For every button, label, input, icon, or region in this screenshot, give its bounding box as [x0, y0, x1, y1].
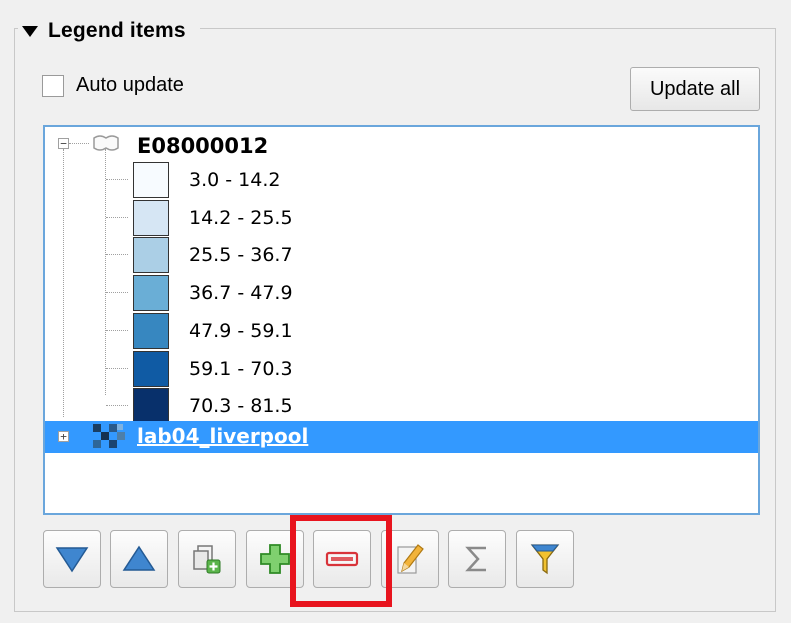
legend-row[interactable]: 25.5 - 36.7 [45, 236, 758, 274]
legend-tree[interactable]: − E08000012 3.0 - 14.2 14.2 - 25.5 25.5 - … [43, 125, 760, 515]
tree-connector [106, 292, 128, 294]
tree-connector [69, 143, 89, 144]
update-all-button[interactable]: Update all [630, 67, 760, 111]
auto-update-checkbox[interactable] [42, 74, 64, 97]
highlight-box [290, 515, 392, 607]
add-item-icon [260, 544, 290, 574]
auto-update-label: Auto update [76, 74, 184, 96]
legend-label: 25.5 - 36.7 [189, 244, 293, 267]
add-group-button[interactable] [178, 530, 236, 588]
legend-swatch [133, 350, 169, 387]
legend-swatch [133, 275, 169, 312]
auto-update-row[interactable]: Auto update [42, 74, 184, 97]
add-group-icon [193, 545, 221, 574]
legend-row[interactable]: 59.1 - 70.3 [45, 350, 758, 388]
legend-label: 59.1 - 70.3 [189, 357, 293, 380]
tree-connector [106, 254, 128, 256]
tree-connector [106, 179, 128, 180]
legend-row[interactable]: 36.7 - 47.9 [45, 274, 758, 312]
legend-label: 47.9 - 59.1 [189, 319, 293, 342]
legend-label: 36.7 - 47.9 [189, 282, 293, 305]
legend-swatch [133, 162, 169, 198]
filter-icon [530, 544, 560, 575]
legend-items-panel: Legend items Auto update Update all − E0… [0, 0, 791, 623]
edit-icon [397, 544, 424, 574]
legend-label: 3.0 - 14.2 [189, 169, 281, 191]
move-down-icon [55, 547, 89, 573]
group-header[interactable]: Legend items [18, 16, 200, 46]
move-down-button[interactable] [43, 530, 101, 588]
tree-connector [106, 329, 128, 331]
tree-connector [106, 216, 128, 218]
legend-swatch [133, 199, 169, 236]
legend-swatch [133, 312, 169, 349]
tree-connector [106, 367, 128, 369]
selected-layer-row[interactable]: + lab04_liverpool [45, 421, 758, 453]
expand-expander-icon[interactable]: + [58, 431, 69, 442]
legend-row[interactable]: 47.9 - 59.1 [45, 312, 758, 350]
layer-name[interactable]: E08000012 [137, 134, 268, 158]
raster-layer-icon [93, 424, 127, 450]
polygon-layer-icon [93, 135, 119, 151]
legend-row[interactable]: 3.0 - 14.2 [45, 161, 758, 199]
selected-layer-label[interactable]: lab04_liverpool [137, 424, 308, 448]
move-up-button[interactable] [110, 530, 168, 588]
legend-label: 70.3 - 81.5 [189, 395, 293, 418]
legend-row[interactable]: 70.3 - 81.5 [45, 387, 758, 425]
tree-connector [106, 405, 128, 407]
legend-swatch [133, 388, 169, 425]
move-up-icon [122, 545, 156, 571]
legend-swatch [133, 237, 169, 274]
sum-icon [465, 546, 486, 572]
legend-row[interactable]: 14.2 - 25.5 [45, 199, 758, 237]
filter-button[interactable] [516, 530, 574, 588]
legend-label: 14.2 - 25.5 [189, 206, 293, 229]
sum-button[interactable] [448, 530, 506, 588]
collapse-triangle-icon[interactable] [22, 25, 38, 37]
group-title: Legend items [48, 19, 186, 42]
collapse-expander-icon[interactable]: − [58, 138, 69, 149]
